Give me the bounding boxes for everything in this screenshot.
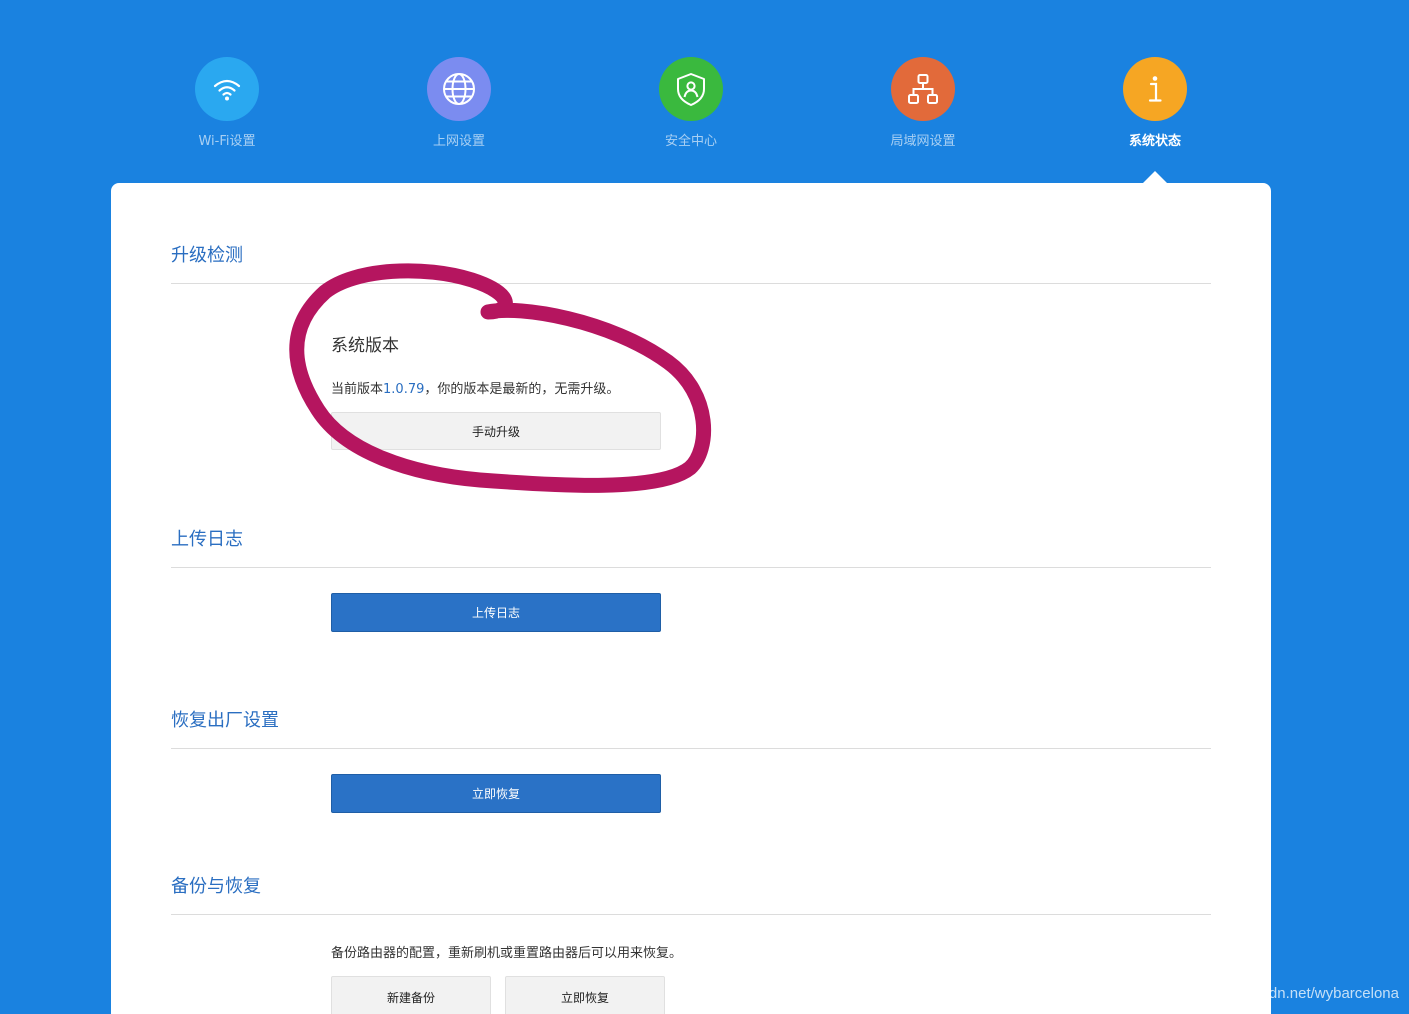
version-prefix: 当前版本 bbox=[331, 382, 384, 397]
nav-label-system-status: 系统状态 bbox=[1128, 134, 1181, 149]
section-title-factory-reset: 恢复出厂设置 bbox=[171, 710, 279, 731]
divider bbox=[171, 748, 1211, 749]
divider bbox=[171, 914, 1211, 915]
nav-label-internet-settings: 上网设置 bbox=[432, 134, 485, 149]
nav-item-internet-settings[interactable]: 上网设置 bbox=[379, 57, 539, 157]
network-icon bbox=[891, 57, 955, 121]
nav-label-lan-settings: 局域网设置 bbox=[890, 134, 956, 149]
upload-log-button[interactable]: 上传日志 bbox=[331, 593, 661, 632]
globe-icon bbox=[427, 57, 491, 121]
divider bbox=[171, 567, 1211, 568]
nav-label-wifi-settings: Wi-Fi设置 bbox=[198, 134, 256, 149]
content-card: 升级检测 系统版本 当前版本1.0.79，你的版本是最新的，无需升级。 手动升级… bbox=[111, 183, 1271, 1014]
divider bbox=[171, 283, 1211, 284]
nav-item-lan-settings[interactable]: 局域网设置 bbox=[843, 57, 1003, 157]
section-title-upgrade-check: 升级检测 bbox=[171, 245, 243, 266]
shield-user-icon bbox=[659, 57, 723, 121]
nav-item-wifi-settings[interactable]: Wi-Fi设置 bbox=[147, 57, 307, 157]
section-title-backup-restore: 备份与恢复 bbox=[171, 876, 261, 897]
wifi-icon bbox=[195, 57, 259, 121]
new-backup-button[interactable]: 新建备份 bbox=[331, 976, 491, 1014]
version-number: 1.0.79 bbox=[383, 382, 425, 397]
watermark: https://blog.csdn.net/wybarcelona bbox=[1176, 985, 1399, 1002]
nav-item-system-status[interactable]: 系统状态 bbox=[1075, 57, 1235, 157]
current-version-info: 当前版本1.0.79，你的版本是最新的，无需升级。 bbox=[331, 378, 619, 397]
section-title-upload-log: 上传日志 bbox=[171, 529, 243, 550]
info-icon bbox=[1123, 57, 1187, 121]
restore-backup-button[interactable]: 立即恢复 bbox=[505, 976, 665, 1014]
nav-item-security-center[interactable]: 安全中心 bbox=[611, 57, 771, 157]
factory-reset-button[interactable]: 立即恢复 bbox=[331, 774, 661, 813]
backup-description: 备份路由器的配置，重新刷机或重置路由器后可以用来恢复。 bbox=[331, 946, 683, 961]
version-status: ，你的版本是最新的，无需升级。 bbox=[424, 382, 620, 397]
manual-upgrade-button[interactable]: 手动升级 bbox=[331, 412, 661, 450]
page: Wi-Fi设置 上网设置 安全中心 局域网设置 系统状态 升级检测 系统版本 当… bbox=[0, 0, 1409, 1014]
nav-label-security-center: 安全中心 bbox=[664, 134, 717, 149]
system-version-heading: 系统版本 bbox=[331, 336, 399, 356]
